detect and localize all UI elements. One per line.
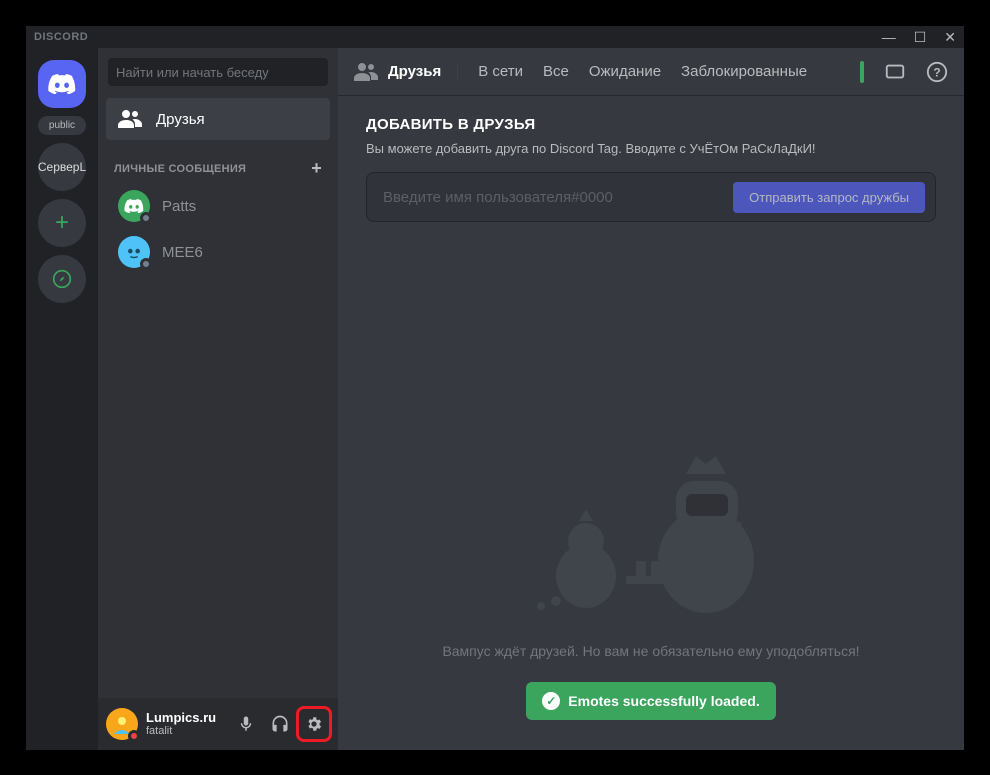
wumpus-illustration [471, 426, 831, 626]
close-button[interactable]: ✕ [944, 29, 956, 46]
dm-header-text: ЛИЧНЫЕ СООБЩЕНИЯ [114, 163, 246, 175]
mute-button[interactable] [230, 708, 262, 740]
chat-plus-icon [884, 61, 906, 83]
friends-header-label: Друзья [388, 63, 441, 80]
status-offline-icon [140, 258, 152, 270]
dm-name: Patts [162, 198, 196, 215]
user-panel: Lumpics.ru fatalit [98, 698, 338, 750]
add-friend-input-wrap: Отправить запрос дружбы [366, 172, 936, 222]
friends-header: Друзья [354, 63, 458, 81]
user-avatar[interactable] [106, 708, 138, 740]
user-info[interactable]: Lumpics.ru fatalit [142, 710, 226, 739]
server-item[interactable]: СерверL [38, 143, 86, 191]
main-content: Друзья В сети Все Ожидание Заблокированн… [338, 48, 964, 750]
friends-nav-label: Друзья [156, 111, 205, 128]
dm-item[interactable]: MEE6 [106, 230, 330, 274]
add-server-button[interactable]: + [38, 199, 86, 247]
tab-all[interactable]: Все [543, 63, 569, 80]
window-controls: — ☐ ✕ [882, 29, 956, 46]
add-friend-title: ДОБАВИТЬ В ДРУЗЬЯ [366, 116, 936, 133]
app-body: public СерверL + Найти или начать беседу… [26, 48, 964, 750]
help-icon: ? [926, 61, 948, 83]
add-friend-subtitle: Вы можете добавить друга по Discord Tag.… [366, 141, 936, 156]
app-window: DISCORD — ☐ ✕ public СерверL + Найти или… [26, 26, 964, 750]
help-button[interactable]: ? [926, 61, 948, 83]
home-button[interactable] [38, 60, 86, 108]
toast-success: ✓ Emotes successfully loaded. [526, 682, 775, 720]
accent-divider [860, 61, 864, 83]
titlebar: DISCORD — ☐ ✕ [26, 26, 964, 48]
search-placeholder: Найти или начать беседу [116, 65, 269, 80]
toast-text: Emotes successfully loaded. [568, 693, 759, 709]
create-dm-button[interactable]: + [311, 158, 322, 179]
dm-avatar [118, 190, 150, 222]
channel-sidebar: Найти или начать беседу Друзья ЛИЧНЫЕ СО… [98, 48, 338, 750]
friends-icon [354, 63, 378, 81]
dm-search[interactable]: Найти или начать беседу [108, 58, 328, 86]
app-title: DISCORD [34, 31, 88, 43]
discord-logo-icon [48, 74, 76, 94]
status-dnd-icon [128, 730, 140, 742]
svg-text:?: ? [933, 65, 940, 79]
headphones-icon [270, 714, 290, 734]
top-bar: Друзья В сети Все Ожидание Заблокированн… [338, 48, 964, 96]
friends-icon [118, 110, 142, 128]
user-tag: fatalit [146, 725, 226, 738]
dm-name: MEE6 [162, 244, 203, 261]
settings-button[interactable] [298, 708, 330, 740]
discord-avatar-icon [124, 199, 144, 213]
username: Lumpics.ru [146, 710, 226, 726]
dm-section-header: ЛИЧНЫЕ СООБЩЕНИЯ + [98, 142, 338, 183]
empty-state: Вампус ждёт друзей. Но вам не обязательн… [366, 222, 936, 730]
tab-online[interactable]: В сети [478, 63, 523, 80]
tab-blocked[interactable]: Заблокированные [681, 63, 807, 80]
maximize-button[interactable]: ☐ [914, 29, 927, 46]
content-area: ДОБАВИТЬ В ДРУЗЬЯ Вы можете добавить дру… [338, 96, 964, 750]
minimize-button[interactable]: — [882, 29, 896, 46]
empty-state-text: Вампус ждёт друзей. Но вам не обязательн… [442, 642, 859, 662]
explore-servers-button[interactable] [38, 255, 86, 303]
dm-item[interactable]: Patts [106, 184, 330, 228]
deafen-button[interactable] [264, 708, 296, 740]
add-friend-input[interactable] [383, 189, 723, 206]
friends-nav[interactable]: Друзья [106, 98, 330, 140]
compass-icon [52, 269, 72, 289]
new-group-dm-button[interactable] [884, 61, 906, 83]
server-folder[interactable]: public [38, 116, 86, 135]
gear-icon [305, 715, 323, 733]
microphone-icon [237, 715, 255, 733]
dm-avatar [118, 236, 150, 268]
status-offline-icon [140, 212, 152, 224]
tab-pending[interactable]: Ожидание [589, 63, 661, 80]
check-icon: ✓ [542, 692, 560, 710]
server-list: public СерверL + [26, 48, 98, 750]
send-friend-request-button[interactable]: Отправить запрос дружбы [733, 182, 925, 213]
user-controls [230, 708, 330, 740]
